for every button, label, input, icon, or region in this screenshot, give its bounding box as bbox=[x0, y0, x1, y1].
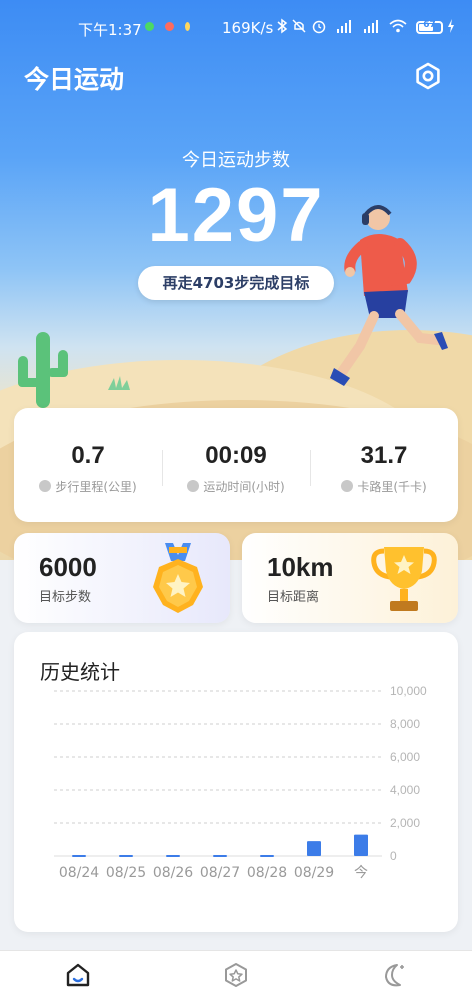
mute-icon bbox=[292, 19, 306, 33]
stat-distance: 0.7 步行里程(公里) bbox=[14, 408, 162, 522]
stat-duration: 00:09 运动时间(小时) bbox=[162, 408, 310, 522]
charging-icon bbox=[448, 19, 454, 33]
stat-label: 卡路里(千卡) bbox=[310, 478, 458, 495]
hd-signal-icon bbox=[337, 20, 351, 33]
stat-label-text: 步行里程(公里) bbox=[55, 480, 137, 494]
badge-star-icon[interactable] bbox=[222, 961, 250, 989]
y-tick-label: 2,000 bbox=[390, 816, 420, 830]
y-tick-label: 10,000 bbox=[390, 684, 427, 698]
status-bar: 下午1:37 169K/s 67 bbox=[0, 0, 472, 56]
x-tick-label: 08/29 bbox=[294, 865, 334, 881]
bluetooth-icon bbox=[277, 18, 288, 34]
steps-label: 今日运动步数 bbox=[182, 150, 290, 171]
bottom-tab-bar bbox=[0, 950, 472, 999]
chart-bar[interactable] bbox=[72, 855, 86, 858]
y-tick-label: 4,000 bbox=[390, 783, 420, 797]
goal-label: 目标步数 bbox=[39, 590, 92, 605]
chart-bar[interactable] bbox=[119, 855, 133, 858]
alarm-icon bbox=[312, 20, 326, 34]
clock-icon bbox=[187, 480, 200, 492]
history-card: 历史统计 10,000 8,000 6,000 4,000 2,000 0 08/24 08/… bbox=[14, 632, 458, 932]
trophy-icon bbox=[371, 547, 437, 611]
x-tick-label: 08/27 bbox=[200, 865, 240, 881]
goal-value: 6000 bbox=[39, 552, 97, 582]
hd-signal-icon bbox=[364, 20, 378, 33]
x-tick-label: 08/28 bbox=[247, 865, 287, 881]
stat-label-text: 运动时间(小时) bbox=[203, 480, 285, 494]
steps-count: 1297 bbox=[147, 173, 325, 258]
x-tick-label: 08/24 bbox=[59, 865, 99, 881]
moon-sleep-icon[interactable] bbox=[380, 961, 408, 989]
status-time: 下午1:37 bbox=[78, 21, 142, 39]
x-tick-label: 今 bbox=[354, 865, 368, 881]
goal-value: 10km bbox=[267, 552, 334, 582]
chart-bar[interactable] bbox=[354, 834, 368, 856]
battery-level: 67 bbox=[423, 20, 436, 30]
history-chart: 10,000 8,000 6,000 4,000 2,000 0 08/24 08/25 08/… bbox=[54, 684, 427, 881]
stat-label: 步行里程(公里) bbox=[14, 478, 162, 495]
chart-bar[interactable] bbox=[307, 841, 321, 856]
y-tick-label: 6,000 bbox=[390, 750, 420, 764]
medal-icon bbox=[153, 543, 203, 613]
today-stats-card: 0.7 步行里程(公里) 00:09 运动时间(小时) 31.7 卡路里(千卡) bbox=[14, 408, 458, 522]
home-icon[interactable] bbox=[64, 961, 92, 989]
grass-illustration bbox=[108, 376, 130, 390]
page-title: 今日运动 bbox=[24, 65, 125, 94]
goal-label: 目标距离 bbox=[267, 590, 320, 605]
cactus-illustration bbox=[18, 332, 68, 408]
notification-dot-icon bbox=[145, 22, 154, 31]
settings-icon[interactable] bbox=[414, 62, 442, 90]
goal-steps-card[interactable]: 6000 目标步数 bbox=[14, 533, 230, 623]
chart-bar[interactable] bbox=[166, 855, 180, 858]
stat-value: 31.7 bbox=[360, 442, 408, 469]
stat-value: 00:09 bbox=[205, 442, 267, 469]
notification-dot-icon bbox=[185, 22, 190, 31]
y-tick-label: 8,000 bbox=[390, 717, 420, 731]
x-tick-label: 08/26 bbox=[153, 865, 193, 881]
remaining-steps-badge: 再走4703步完成目标 bbox=[138, 266, 334, 300]
y-tick-label: 0 bbox=[390, 849, 397, 863]
notification-dot-icon bbox=[165, 22, 174, 31]
chart-bar[interactable] bbox=[213, 855, 227, 858]
stat-label-text: 卡路里(千卡) bbox=[357, 480, 427, 494]
shoe-icon bbox=[39, 480, 52, 492]
flame-icon bbox=[341, 480, 354, 492]
wifi-icon bbox=[389, 19, 407, 33]
chart-bar[interactable] bbox=[260, 855, 274, 858]
stat-value: 0.7 bbox=[71, 442, 105, 469]
stat-calories: 31.7 卡路里(千卡) bbox=[310, 408, 458, 522]
stat-label: 运动时间(小时) bbox=[162, 478, 310, 495]
goal-distance-card[interactable]: 10km 目标距离 bbox=[242, 533, 458, 623]
x-tick-label: 08/25 bbox=[106, 865, 146, 881]
network-speed: 169K/s bbox=[222, 19, 274, 37]
